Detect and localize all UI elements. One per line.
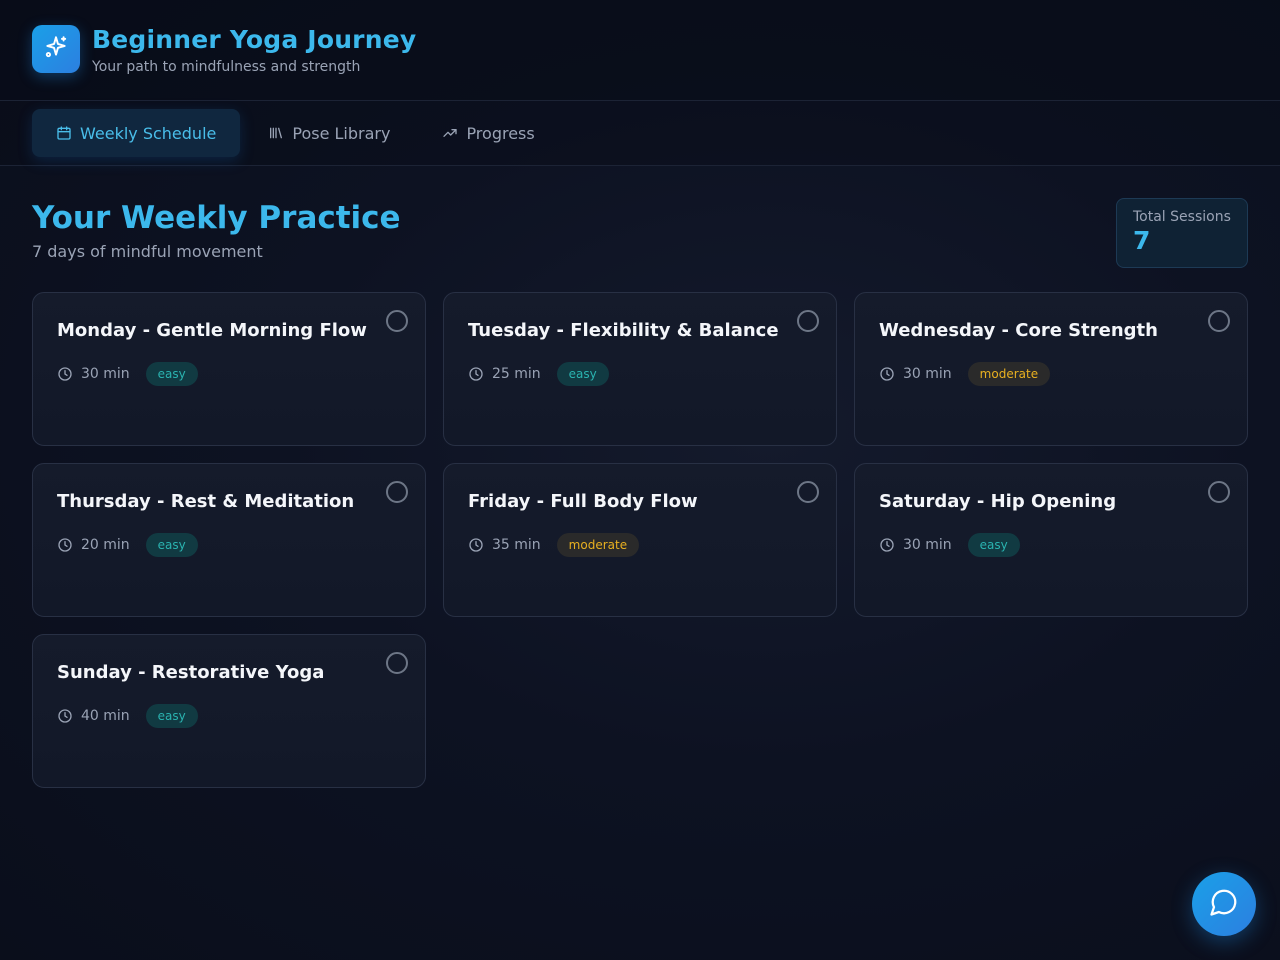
difficulty-badge: moderate (556, 533, 640, 557)
complete-checkbox[interactable] (386, 652, 408, 674)
app-header: Beginner Yoga Journey Your path to mindf… (0, 0, 1280, 101)
clock-icon (879, 537, 895, 553)
session-meta: 30 min easy (57, 362, 401, 386)
session-duration: 40 min (57, 708, 130, 724)
session-meta: 30 min moderate (879, 362, 1223, 386)
complete-checkbox[interactable] (1208, 481, 1230, 503)
session-duration: 25 min (468, 366, 541, 382)
clock-icon (57, 708, 73, 724)
session-title: Tuesday - Flexibility & Balance (468, 320, 779, 341)
calendar-icon (56, 125, 72, 141)
tab-pose-library[interactable]: Pose Library (244, 109, 414, 157)
difficulty-badge: easy (556, 362, 609, 386)
total-sessions-stat: Total Sessions 7 (1116, 198, 1248, 268)
tab-label: Progress (466, 123, 535, 143)
stat-label: Total Sessions (1133, 209, 1231, 225)
clock-icon (57, 366, 73, 382)
session-meta: 25 min easy (468, 362, 812, 386)
clock-icon (468, 537, 484, 553)
session-title: Sunday - Restorative Yoga (57, 662, 325, 683)
main-content: Your Weekly Practice 7 days of mindful m… (0, 166, 1280, 788)
duration-text: 25 min (492, 366, 541, 382)
clock-icon (468, 366, 484, 382)
session-title: Friday - Full Body Flow (468, 491, 698, 512)
session-duration: 30 min (57, 366, 130, 382)
clock-icon (879, 366, 895, 382)
complete-checkbox[interactable] (797, 481, 819, 503)
session-title: Thursday - Rest & Meditation (57, 491, 355, 512)
session-title: Saturday - Hip Opening (879, 491, 1117, 512)
session-grid: Monday - Gentle Morning Flow 30 min easy… (32, 292, 1248, 788)
app-subtitle: Your path to mindfulness and strength (92, 59, 361, 75)
main-tabs: Weekly Schedule Pose Library Progress (0, 101, 1280, 166)
page-title: Your Weekly Practice (32, 200, 401, 236)
duration-text: 20 min (81, 537, 130, 553)
tab-label: Pose Library (292, 123, 391, 143)
sparkles-icon (43, 34, 69, 64)
app-title: Beginner Yoga Journey (92, 25, 417, 54)
session-title: Monday - Gentle Morning Flow (57, 320, 367, 341)
session-title: Wednesday - Core Strength (879, 320, 1158, 341)
complete-checkbox[interactable] (797, 310, 819, 332)
complete-checkbox[interactable] (1208, 310, 1230, 332)
tab-label: Weekly Schedule (80, 123, 217, 143)
complete-checkbox[interactable] (386, 481, 408, 503)
session-duration: 30 min (879, 537, 952, 553)
duration-text: 30 min (81, 366, 130, 382)
clock-icon (57, 537, 73, 553)
tab-progress[interactable]: Progress (418, 109, 558, 157)
duration-text: 30 min (903, 537, 952, 553)
library-icon (268, 125, 284, 141)
session-card[interactable]: Wednesday - Core Strength 30 min moderat… (854, 292, 1248, 446)
difficulty-badge: easy (967, 533, 1020, 557)
difficulty-badge: moderate (967, 362, 1051, 386)
session-card[interactable]: Friday - Full Body Flow 35 min moderate (443, 463, 837, 617)
chat-bubble-icon (1209, 887, 1239, 921)
complete-checkbox[interactable] (386, 310, 408, 332)
session-meta: 30 min easy (879, 533, 1223, 557)
session-duration: 20 min (57, 537, 130, 553)
difficulty-badge: easy (145, 362, 198, 386)
session-duration: 35 min (468, 537, 541, 553)
session-card[interactable]: Sunday - Restorative Yoga 40 min easy (32, 634, 426, 788)
stat-value: 7 (1133, 226, 1151, 255)
difficulty-badge: easy (145, 533, 198, 557)
session-card[interactable]: Monday - Gentle Morning Flow 30 min easy (32, 292, 426, 446)
page-subtitle: 7 days of mindful movement (32, 242, 263, 261)
trending-up-icon (442, 125, 458, 141)
duration-text: 40 min (81, 708, 130, 724)
chat-button[interactable] (1192, 872, 1256, 936)
duration-text: 35 min (492, 537, 541, 553)
duration-text: 30 min (903, 366, 952, 382)
session-duration: 30 min (879, 366, 952, 382)
difficulty-badge: easy (145, 704, 198, 728)
session-meta: 35 min moderate (468, 533, 812, 557)
session-card[interactable]: Thursday - Rest & Meditation 20 min easy (32, 463, 426, 617)
session-meta: 40 min easy (57, 704, 401, 728)
tab-weekly-schedule[interactable]: Weekly Schedule (32, 109, 241, 157)
app-logo (32, 25, 80, 73)
session-card[interactable]: Tuesday - Flexibility & Balance 25 min e… (443, 292, 837, 446)
session-card[interactable]: Saturday - Hip Opening 30 min easy (854, 463, 1248, 617)
page-header: Your Weekly Practice 7 days of mindful m… (32, 166, 1248, 292)
session-meta: 20 min easy (57, 533, 401, 557)
